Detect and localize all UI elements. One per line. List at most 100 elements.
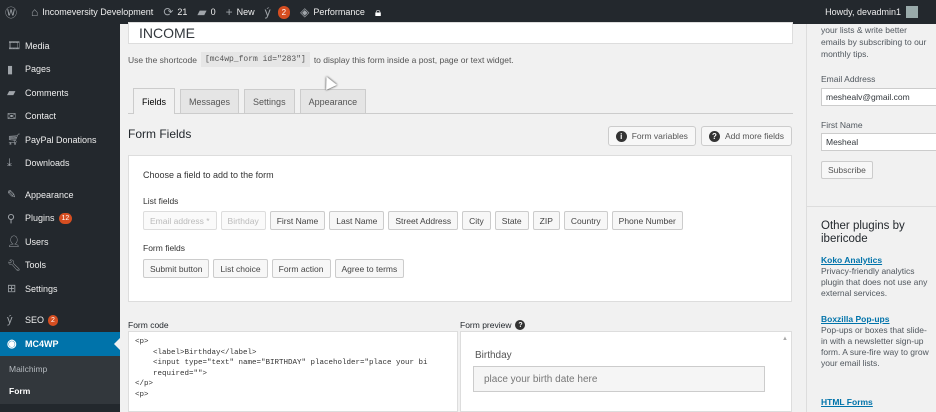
sidebar-item-label: Appearance (25, 189, 74, 200)
sidebar-item-appearance[interactable]: ✎ Appearance (0, 183, 120, 207)
lock-menu[interactable]: 🔒︎ (370, 0, 390, 24)
sidebar-item-media[interactable]: 🎞︎ Media (0, 34, 120, 58)
admin-sidebar: 🎞︎ Media ▮ Pages ▰ Comments ✉ Contact 🛒︎ PayP… (0, 24, 120, 412)
yoast-icon: ý (7, 314, 13, 327)
field-button-birthday[interactable]: Birthday (220, 211, 266, 230)
site-name-menu[interactable]: ⌂ Incomeversity Development (26, 0, 158, 24)
updates-menu[interactable]: ⟳ 21 (158, 0, 192, 24)
tab-settings[interactable]: Settings (244, 89, 295, 113)
home-icon: ⌂ (31, 5, 39, 19)
envelope-icon: ✉ (7, 110, 17, 123)
sidebar-item-comments[interactable]: ▰ Comments (0, 81, 120, 105)
choose-field-instruction: Choose a field to add to the form (143, 170, 274, 180)
mc4wp-icon: ◉ (7, 338, 17, 351)
shortcode-intro: Use the shortcode (128, 54, 197, 65)
field-chooser-panel: Choose a field to add to the form List f… (128, 155, 792, 302)
field-button-zip[interactable]: ZIP (532, 211, 560, 230)
form-title-input[interactable] (128, 22, 793, 44)
sidebar-item-label: MC4WP (25, 338, 59, 349)
newsletter-intro: your lists & write better emails by subs… (821, 25, 927, 59)
seo-badge: 2 (48, 314, 58, 326)
form-fields-heading: Form Fields (128, 127, 192, 141)
users-icon: 👤︎ (7, 236, 21, 249)
pages-icon: ▮ (7, 63, 14, 76)
updates-count: 21 (177, 7, 188, 17)
performance-menu[interactable]: ◈ Performance (295, 0, 370, 24)
field-button-state[interactable]: State (494, 211, 529, 230)
media-icon: 🎞︎ (7, 40, 21, 53)
sidebar-item-downloads[interactable]: ⤓ Downloads (0, 152, 120, 176)
sidebar-item-users[interactable]: 👤︎ Users (0, 230, 120, 254)
plugins-badge: 12 (58, 212, 73, 224)
sidebar-item-settings[interactable]: ⊞ Settings (0, 277, 120, 301)
add-more-fields-button[interactable]: ? Add more fields (700, 126, 792, 146)
submenu-item-form[interactable]: Form (0, 380, 120, 402)
wordpress-logo-icon: Ⓦ (5, 5, 18, 20)
download-icon: ⤓ (7, 156, 12, 169)
new-label: New (236, 7, 255, 17)
shortcode-value[interactable]: [mc4wp_form id="283"] (200, 52, 310, 67)
field-button-city[interactable]: City (462, 211, 491, 230)
tab-messages[interactable]: Messages (180, 89, 240, 113)
field-button-agree-to-terms[interactable]: Agree to terms (334, 259, 405, 278)
sidebar-item-pages[interactable]: ▮ Pages (0, 58, 120, 82)
field-button-phone-number[interactable]: Phone Number (611, 211, 683, 230)
form-code-editor[interactable]: <p> <label>Birthday</label> <input type=… (128, 331, 458, 412)
field-button-email[interactable]: Email address * (143, 211, 217, 230)
field-button-last-name[interactable]: Last Name (329, 211, 385, 230)
field-button-country[interactable]: Country (563, 211, 608, 230)
form-preview-label: Form preview? (460, 320, 526, 330)
sidebar-item-plugins[interactable]: ⚲ Plugins 12 (0, 207, 120, 231)
performance-icon: ◈ (300, 5, 310, 19)
form-variables-button[interactable]: i Form variables (607, 126, 696, 146)
plugin-description: Pop-ups or boxes that slide-in with a ne… (821, 325, 929, 368)
sidebar-item-label: Contact (25, 111, 57, 122)
yoast-badge: 2 (277, 5, 291, 19)
field-button-street-address[interactable]: Street Address (388, 211, 459, 230)
brush-icon: ✎ (7, 189, 17, 202)
sidebar-item-seo[interactable]: ý SEO 2 (0, 309, 120, 333)
plugin-link-boxzilla[interactable]: Boxzilla Pop-ups (821, 314, 889, 324)
plugin-link-koko-analytics[interactable]: Koko Analytics (821, 255, 882, 265)
performance-label: Performance (313, 7, 365, 17)
help-icon[interactable]: ? (515, 320, 526, 330)
field-button-list-choice[interactable]: List choice (213, 259, 268, 278)
tab-appearance[interactable]: Appearance (299, 89, 367, 113)
my-account-menu[interactable]: Howdy, devadmin1 (820, 0, 936, 24)
shortcode-description: to display this form inside a post, page… (313, 54, 514, 65)
preview-field-label: Birthday (475, 350, 512, 361)
form-preview-panel: ▲ Birthday place your birth date here (460, 331, 792, 412)
lock-icon: 🔒︎ (374, 4, 382, 19)
plugin-link-html-forms[interactable]: HTML Forms (821, 397, 873, 407)
sidebar-item-label: Users (25, 236, 49, 247)
sidebar-item-paypal-donations[interactable]: 🛒︎ PayPal Donations (0, 128, 120, 152)
field-button-submit[interactable]: Submit button (143, 259, 210, 278)
field-button-form-action[interactable]: Form action (271, 259, 331, 278)
preview-birthday-input[interactable]: place your birth date here (473, 366, 765, 392)
divider (807, 206, 936, 207)
yoast-seo-menu[interactable]: ý2 (260, 0, 295, 24)
help-icon: ? (708, 130, 720, 142)
list-fields-label: List fields (143, 196, 179, 206)
comments-menu[interactable]: ▰ 0 (192, 0, 220, 24)
sidebar-item-contact[interactable]: ✉ Contact (0, 105, 120, 129)
field-button-first-name[interactable]: First Name (269, 211, 326, 230)
tab-fields[interactable]: Fields (133, 88, 176, 114)
right-sidebar: your lists & write better emails by subs… (806, 24, 936, 412)
first-name-field[interactable]: Mesheal (821, 133, 936, 151)
plus-icon: + (225, 5, 233, 19)
submenu-item-mailchimp[interactable]: Mailchimp (0, 358, 120, 380)
menu-separator (0, 301, 120, 309)
scroll-up-arrow-icon[interactable]: ▲ (782, 336, 788, 342)
add-more-fields-label: Add more fields (724, 131, 784, 141)
new-content-menu[interactable]: + New (221, 0, 260, 24)
sidebar-item-mc4wp[interactable]: ◉ MC4WP (0, 332, 120, 356)
main-content: Use the shortcode [mc4wp_form id="283"] … (120, 22, 806, 412)
wordpress-logo-menu[interactable]: Ⓦ (0, 0, 26, 24)
email-field[interactable]: meshealv@gmail.com (821, 88, 936, 106)
comments-count: 0 (210, 7, 216, 17)
subscribe-button[interactable]: Subscribe (821, 161, 873, 179)
sidebar-item-tools[interactable]: 🔧︎ Tools (0, 254, 120, 278)
sidebar-top-spacer (0, 24, 120, 34)
sidebar-item-label: Settings (25, 283, 58, 294)
